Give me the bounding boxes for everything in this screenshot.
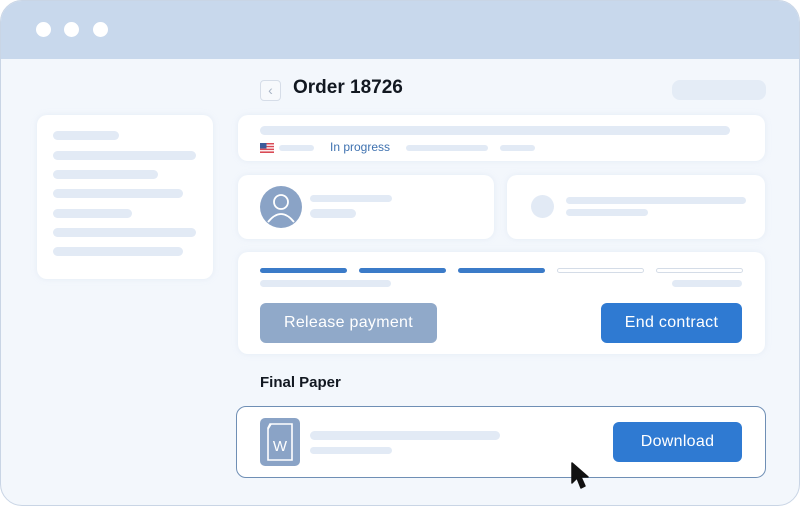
window-dot-maximize[interactable] [93, 22, 108, 37]
info-placeholder [566, 209, 648, 216]
meta-placeholder [406, 145, 488, 151]
word-document-icon: W [260, 418, 300, 466]
status-badge: In progress [330, 140, 391, 154]
file-icon-letter: W [273, 438, 288, 455]
progress-step-completed [359, 268, 446, 273]
file-size-placeholder [310, 447, 392, 454]
sidebar-item-placeholder[interactable] [53, 151, 196, 160]
meta-placeholder [500, 145, 535, 151]
mouse-cursor-icon [571, 462, 589, 489]
sidebar-item-placeholder[interactable] [53, 228, 196, 237]
progress-step-pending [557, 268, 644, 273]
chevron-left-icon: ‹ [268, 82, 273, 98]
progress-step-completed [458, 268, 545, 273]
us-flag-icon [260, 143, 274, 153]
header-action-placeholder[interactable] [672, 80, 766, 100]
back-button[interactable]: ‹ [260, 80, 281, 101]
avatar[interactable] [260, 186, 302, 228]
progress-value-placeholder [672, 280, 742, 287]
page-title: Order 18726 [293, 77, 403, 98]
title-bar [1, 1, 799, 59]
country-placeholder [279, 145, 314, 151]
file-item[interactable]: W Download [236, 406, 766, 478]
sidebar-panel [37, 115, 213, 279]
order-progress-card: Release payment End contract [238, 252, 765, 354]
sidebar-item-placeholder[interactable] [53, 189, 183, 198]
file-name-placeholder [310, 431, 500, 440]
end-contract-button[interactable]: End contract [601, 303, 742, 343]
section-title: Final Paper [260, 374, 341, 391]
info-placeholder [566, 197, 746, 204]
order-status-card: In progress [238, 115, 765, 161]
writer-card[interactable] [238, 175, 494, 239]
sidebar-item-placeholder[interactable] [53, 131, 119, 140]
role-placeholder [310, 209, 356, 218]
sidebar-item-placeholder[interactable] [53, 247, 183, 256]
info-card [507, 175, 765, 239]
progress-step-pending [656, 268, 743, 273]
name-placeholder [310, 195, 392, 202]
download-button[interactable]: Download [613, 422, 742, 462]
release-payment-button[interactable]: Release payment [260, 303, 437, 343]
progress-step-completed [260, 268, 347, 273]
window-dot-minimize[interactable] [64, 22, 79, 37]
window-dot-close[interactable] [36, 22, 51, 37]
sidebar-item-placeholder[interactable] [53, 209, 132, 218]
browser-window: ‹ Order 18726 In progress Release paymen… [0, 0, 800, 506]
avatar-placeholder [531, 195, 554, 218]
user-icon [267, 194, 295, 223]
sidebar-item-placeholder[interactable] [53, 170, 158, 179]
order-summary-placeholder [260, 126, 730, 135]
progress-label-placeholder [260, 280, 391, 287]
